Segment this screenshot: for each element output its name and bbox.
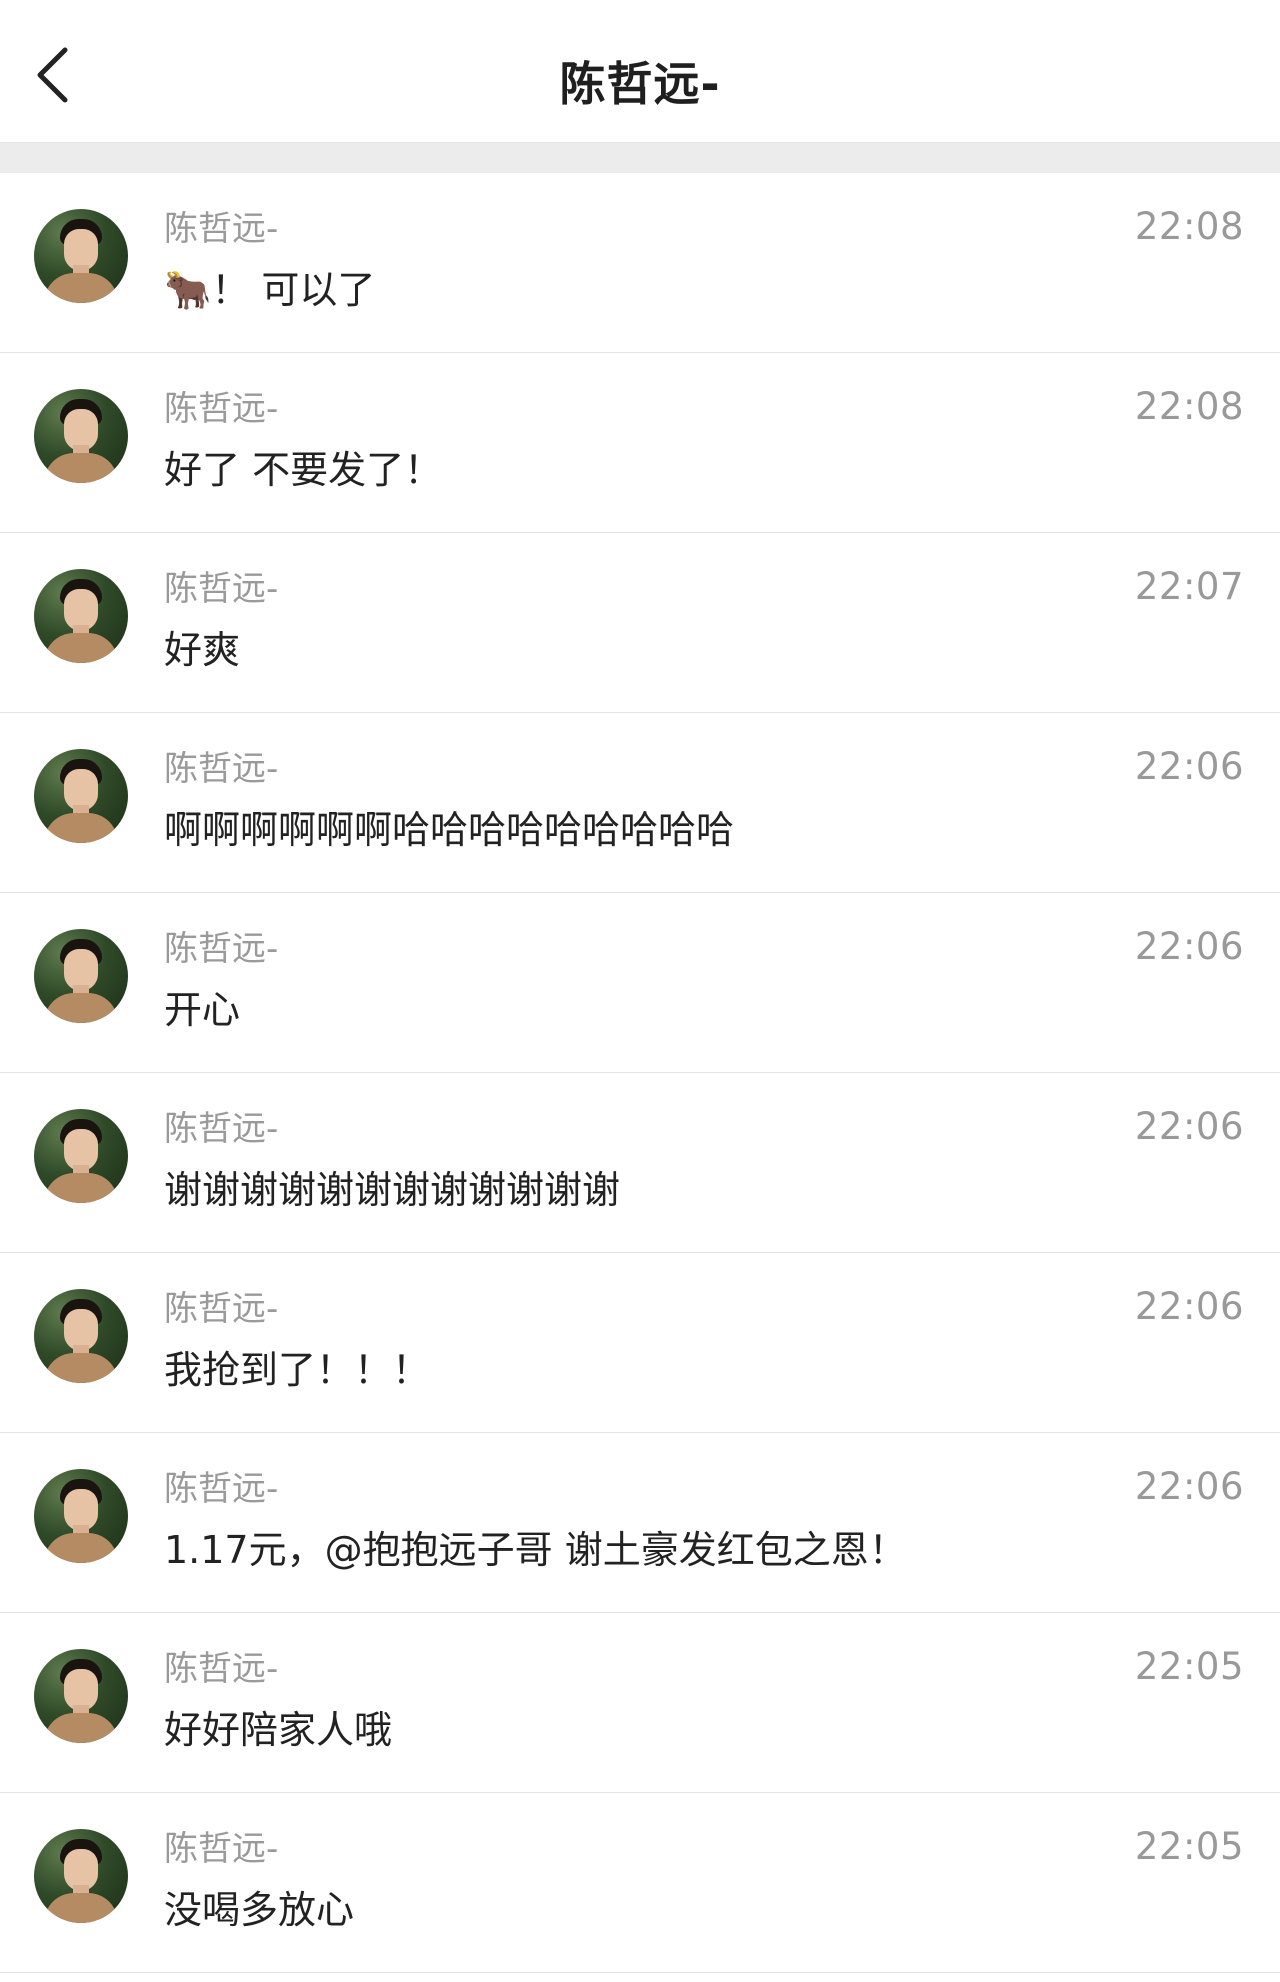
sender-name: 陈哲远- bbox=[164, 1289, 279, 1329]
chat-history-screen: 陈哲远- 陈哲远- 22:08 🐂！ 可以了 陈哲远- 22:08 好了 不要发… bbox=[0, 0, 1280, 1982]
avatar[interactable] bbox=[34, 1469, 128, 1563]
avatar[interactable] bbox=[34, 929, 128, 1023]
sender-name: 陈哲远- bbox=[164, 1109, 279, 1149]
message-text: 好好陪家人哦 bbox=[164, 1708, 393, 1752]
message-row[interactable]: 陈哲远- 22:05 没喝多放心 bbox=[0, 1793, 1280, 1973]
message-list: 陈哲远- 22:08 🐂！ 可以了 陈哲远- 22:08 好了 不要发了！ 陈哲… bbox=[0, 173, 1280, 1973]
section-divider bbox=[0, 142, 1280, 173]
avatar[interactable] bbox=[34, 749, 128, 843]
message-time: 22:08 bbox=[1134, 205, 1244, 248]
message-time: 22:06 bbox=[1134, 925, 1244, 968]
avatar[interactable] bbox=[34, 389, 128, 483]
message-text: 我抢到了！！！ bbox=[164, 1348, 431, 1392]
page-title: 陈哲远- bbox=[559, 57, 721, 111]
message-time: 22:06 bbox=[1134, 1285, 1244, 1328]
message-row[interactable]: 陈哲远- 22:08 🐂！ 可以了 bbox=[0, 173, 1280, 353]
message-text: 谢谢谢谢谢谢谢谢谢谢谢谢 bbox=[164, 1168, 621, 1212]
avatar[interactable] bbox=[34, 1109, 128, 1203]
message-text: 1.17元，@抱抱远子哥 谢土豪发红包之恩！ bbox=[164, 1528, 907, 1572]
message-row[interactable]: 陈哲远- 22:05 好好陪家人哦 bbox=[0, 1613, 1280, 1793]
message-row[interactable]: 陈哲远- 22:06 谢谢谢谢谢谢谢谢谢谢谢谢 bbox=[0, 1073, 1280, 1253]
avatar[interactable] bbox=[34, 569, 128, 663]
message-text: 啊啊啊啊啊啊哈哈哈哈哈哈哈哈哈 bbox=[164, 808, 735, 852]
message-text: 没喝多放心 bbox=[164, 1888, 355, 1932]
message-text: 🐂！ 可以了 bbox=[164, 268, 376, 312]
message-time: 22:06 bbox=[1134, 745, 1244, 788]
message-row[interactable]: 陈哲远- 22:06 开心 bbox=[0, 893, 1280, 1073]
sender-name: 陈哲远- bbox=[164, 209, 279, 249]
message-row[interactable]: 陈哲远- 22:07 好爽 bbox=[0, 533, 1280, 713]
avatar[interactable] bbox=[34, 1289, 128, 1383]
sender-name: 陈哲远- bbox=[164, 929, 279, 969]
sender-name: 陈哲远- bbox=[164, 389, 279, 429]
message-text: 好了 不要发了！ bbox=[164, 448, 443, 492]
message-time: 22:07 bbox=[1134, 565, 1244, 608]
top-navigation-bar: 陈哲远- bbox=[0, 0, 1280, 142]
message-time: 22:06 bbox=[1134, 1465, 1244, 1508]
message-row[interactable]: 陈哲远- 22:06 我抢到了！！！ bbox=[0, 1253, 1280, 1433]
sender-name: 陈哲远- bbox=[164, 1469, 279, 1509]
avatar[interactable] bbox=[34, 209, 128, 303]
message-time: 22:08 bbox=[1134, 385, 1244, 428]
message-time: 22:06 bbox=[1134, 1105, 1244, 1148]
message-row[interactable]: 陈哲远- 22:06 1.17元，@抱抱远子哥 谢土豪发红包之恩！ bbox=[0, 1433, 1280, 1613]
message-time: 22:05 bbox=[1134, 1825, 1244, 1868]
message-text: 好爽 bbox=[164, 628, 241, 672]
message-row[interactable]: 陈哲远- 22:08 好了 不要发了！ bbox=[0, 353, 1280, 533]
sender-name: 陈哲远- bbox=[164, 1649, 279, 1689]
sender-name: 陈哲远- bbox=[164, 1829, 279, 1869]
avatar[interactable] bbox=[34, 1829, 128, 1923]
message-row[interactable]: 陈哲远- 22:06 啊啊啊啊啊啊哈哈哈哈哈哈哈哈哈 bbox=[0, 713, 1280, 893]
message-time: 22:05 bbox=[1134, 1645, 1244, 1688]
sender-name: 陈哲远- bbox=[164, 749, 279, 789]
avatar[interactable] bbox=[34, 1649, 128, 1743]
message-text: 开心 bbox=[164, 988, 241, 1032]
sender-name: 陈哲远- bbox=[164, 569, 279, 609]
